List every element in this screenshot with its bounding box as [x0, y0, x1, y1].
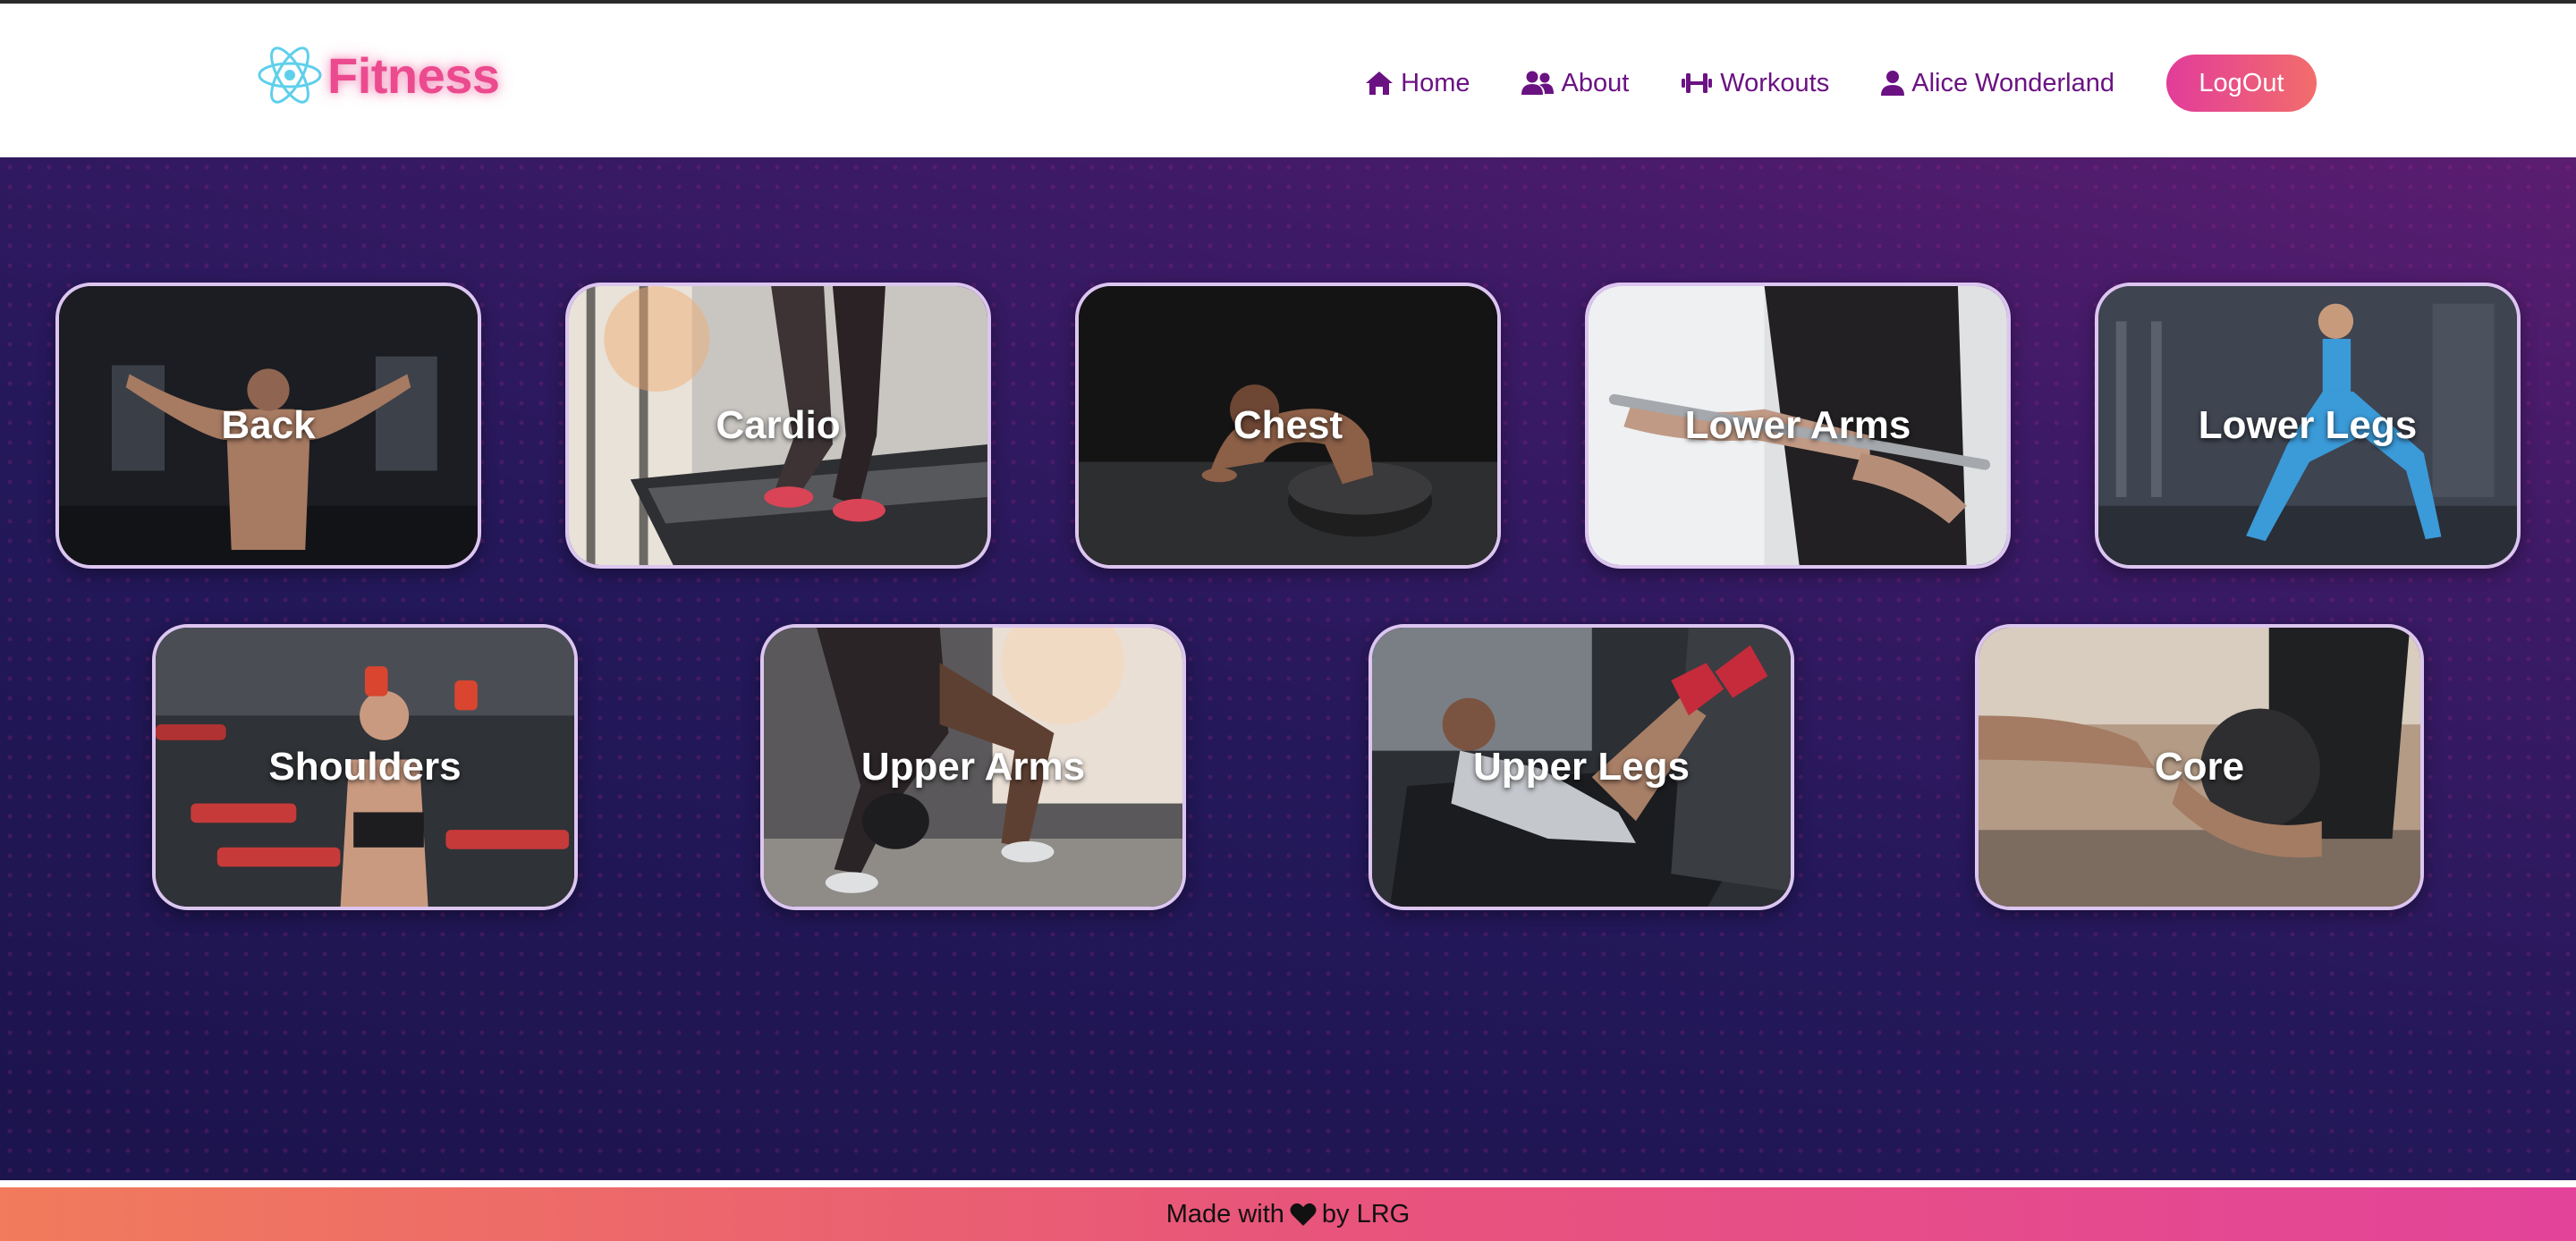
category-label: Shoulders	[268, 745, 462, 789]
brand-name: Fitness	[327, 46, 500, 104]
category-label: Upper Arms	[860, 745, 1086, 789]
footer-prefix: Made with	[1165, 1199, 1284, 1228]
nav-links: Home About Workouts Alice Wonderland Log…	[1365, 54, 2317, 113]
category-label: Back	[221, 403, 316, 447]
category-label: Chest	[1233, 403, 1343, 447]
nav-home-label: Home	[1401, 68, 1470, 97]
category-card-upper-legs[interactable]: Upper Legs	[1368, 624, 1794, 910]
nav-workouts-label: Workouts	[1720, 68, 1830, 97]
nav-user-profile[interactable]: Alice Wonderland	[1881, 69, 2114, 98]
nav-about-label: About	[1561, 68, 1630, 97]
dumbbell-icon	[1682, 73, 1713, 93]
category-label: Core	[2154, 745, 2245, 789]
category-card-back[interactable]: Back	[55, 283, 481, 569]
user-icon	[1881, 71, 1905, 96]
nav-about[interactable]: About	[1521, 69, 1629, 98]
category-card-lower-arms[interactable]: Lower Arms	[1585, 283, 2011, 569]
nav-workouts[interactable]: Workouts	[1681, 69, 1829, 98]
users-icon	[1521, 71, 1555, 95]
category-label: Upper Legs	[1472, 745, 1690, 789]
category-card-core[interactable]: Core	[1975, 624, 2424, 910]
nav-user-label: Alice Wonderland	[1911, 68, 2114, 97]
navbar: Fitness Home About Workouts Alice Wonder…	[0, 4, 2576, 157]
category-card-chest[interactable]: Chest	[1075, 283, 1501, 569]
category-label: Lower Legs	[2198, 403, 2418, 447]
atom-icon	[258, 46, 322, 104]
nav-home[interactable]: Home	[1365, 69, 1470, 98]
footer: Made with by LRG	[0, 1187, 2576, 1241]
category-label: Lower Arms	[1684, 403, 1911, 447]
footer-divider	[0, 1180, 2576, 1187]
category-card-cardio[interactable]: Cardio	[565, 283, 991, 569]
brand-logo[interactable]: Fitness	[256, 39, 500, 111]
category-grid: Back Cardio Chest Lower Arms Lower Legs …	[0, 157, 2576, 1180]
logout-button[interactable]: LogOut	[2166, 55, 2317, 112]
category-card-upper-arms[interactable]: Upper Arms	[760, 624, 1186, 910]
category-card-lower-legs[interactable]: Lower Legs	[2095, 283, 2521, 569]
category-card-shoulders[interactable]: Shoulders	[152, 624, 578, 910]
category-label: Cardio	[716, 403, 841, 447]
heart-icon	[1290, 1203, 1317, 1226]
footer-suffix: by LRG	[1321, 1199, 1411, 1228]
home-icon	[1366, 72, 1394, 95]
